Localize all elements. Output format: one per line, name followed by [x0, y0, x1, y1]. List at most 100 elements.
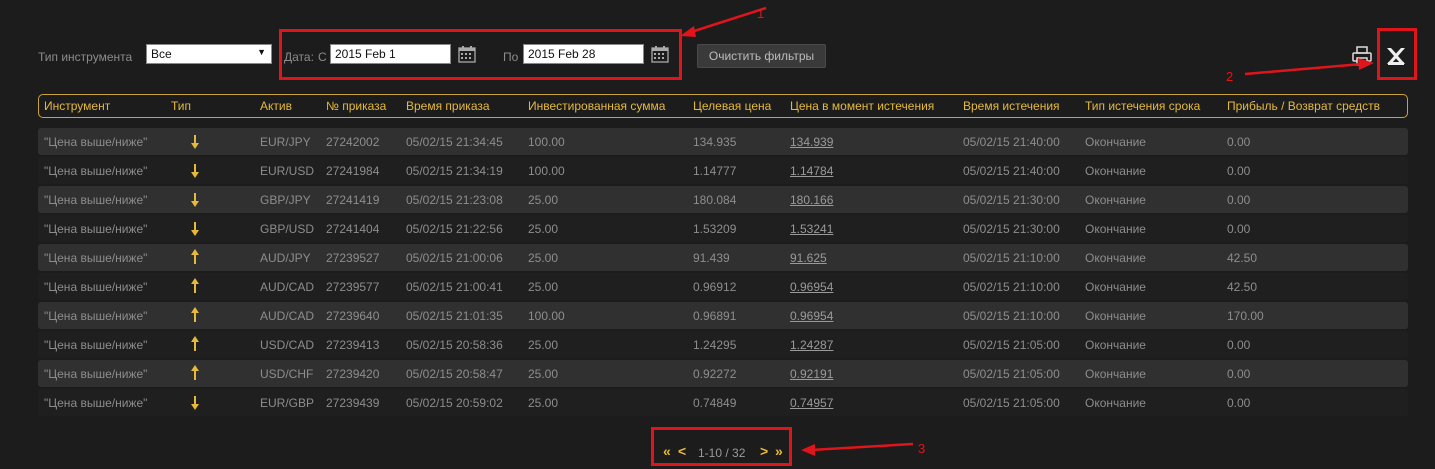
row-invested-amount: 100.00: [528, 164, 565, 178]
row-expiry-price[interactable]: 1.53241: [790, 222, 833, 236]
date-from-input[interactable]: 2015 Feb 1: [330, 44, 451, 64]
row-order-time: 05/02/15 21:00:06: [406, 251, 503, 265]
row-expiry-price[interactable]: 0.74957: [790, 396, 833, 410]
row-target-price: 0.96912: [693, 280, 737, 294]
row-expiry-price[interactable]: 0.96954: [790, 309, 833, 323]
row-expiry-time: 05/02/15 21:30:00: [963, 222, 1060, 236]
arrow-down-icon: [191, 396, 199, 410]
row-order-number: 27239577: [326, 280, 380, 294]
row-expiry-type: Окончание: [1085, 396, 1146, 410]
row-invested-amount: 25.00: [528, 367, 559, 381]
annotation-arrow-3: [801, 442, 914, 456]
arrow-up-icon: [191, 249, 199, 264]
table-row: "Цена выше/ниже" AUD/JPY 27239527 05/02/15 …: [38, 244, 1408, 271]
table-row: "Цена выше/ниже" USD/CHF 27239420 05/02/15 …: [38, 360, 1408, 387]
row-profit: 42.50: [1227, 251, 1258, 265]
row-order-time: 05/02/15 20:58:47: [406, 367, 503, 381]
page-range: 1-10 / 32: [698, 446, 746, 460]
row-expiry-time: 05/02/15 21:30:00: [963, 193, 1060, 207]
arrow-up-icon: [191, 365, 199, 380]
date-to-label: По: [503, 50, 519, 64]
row-expiry-price[interactable]: 180.166: [790, 193, 833, 207]
row-order-number: 27241984: [326, 164, 380, 178]
annotation-arrow-2: [1244, 58, 1374, 76]
column-header-order-time[interactable]: Время приказа: [406, 99, 490, 113]
row-expiry-time: 05/02/15 21:05:00: [963, 338, 1060, 352]
row-target-price: 134.935: [693, 135, 737, 149]
row-order-time: 05/02/15 21:01:35: [406, 309, 503, 323]
annotation-label-3: 3: [918, 441, 926, 456]
row-instrument: "Цена выше/ниже": [44, 396, 148, 410]
first-page-button[interactable]: «: [663, 443, 671, 459]
arrow-down-icon: [191, 164, 199, 178]
row-expiry-time: 05/02/15 21:40:00: [963, 135, 1060, 149]
row-expiry-type: Окончание: [1085, 164, 1146, 178]
column-header-asset[interactable]: Актив: [260, 99, 292, 113]
row-target-price: 91.439: [693, 251, 730, 265]
row-target-price: 180.084: [693, 193, 737, 207]
row-expiry-price[interactable]: 0.92191: [790, 367, 833, 381]
row-expiry-type: Окончание: [1085, 193, 1146, 207]
calendar-icon[interactable]: [458, 46, 476, 63]
row-instrument: "Цена выше/ниже": [44, 251, 148, 265]
row-expiry-type: Окончание: [1085, 367, 1146, 381]
arrow-down-icon: [191, 222, 199, 236]
excel-export-icon[interactable]: [1385, 46, 1407, 66]
column-header-expiry-time[interactable]: Время истечения: [963, 99, 1060, 113]
table-row: "Цена выше/ниже" EUR/JPY 27242002 05/02/15 …: [38, 128, 1408, 155]
next-page-button[interactable]: >: [760, 443, 768, 459]
row-expiry-type: Окончание: [1085, 251, 1146, 265]
row-order-number: 27239413: [326, 338, 380, 352]
row-order-number: 27241419: [326, 193, 380, 207]
column-header-profit[interactable]: Прибыль / Возврат средств: [1227, 99, 1380, 113]
row-expiry-price[interactable]: 91.625: [790, 251, 827, 265]
column-header-target-price[interactable]: Целевая цена: [693, 99, 771, 113]
row-expiry-type: Окончание: [1085, 280, 1146, 294]
column-header-expiry-type[interactable]: Тип истечения срока: [1085, 99, 1200, 113]
row-instrument: "Цена выше/ниже": [44, 280, 148, 294]
row-invested-amount: 25.00: [528, 251, 559, 265]
arrow-up-icon: [191, 307, 199, 322]
instrument-type-select[interactable]: Все ▼: [146, 44, 272, 64]
row-expiry-price[interactable]: 1.24287: [790, 338, 833, 352]
row-instrument: "Цена выше/ниже": [44, 193, 148, 207]
row-expiry-price[interactable]: 134.939: [790, 135, 833, 149]
row-expiry-price[interactable]: 0.96954: [790, 280, 833, 294]
row-profit: 0.00: [1227, 135, 1251, 149]
row-order-time: 05/02/15 21:22:56: [406, 222, 503, 236]
row-expiry-type: Окончание: [1085, 222, 1146, 236]
date-label: Дата:: [284, 50, 314, 64]
arrow-down-icon: [191, 193, 199, 207]
column-header-invested-amount[interactable]: Инвестированная сумма: [528, 99, 665, 113]
dropdown-arrow-icon: ▼: [257, 47, 266, 57]
date-to-input[interactable]: 2015 Feb 28: [523, 44, 644, 64]
row-invested-amount: 25.00: [528, 338, 559, 352]
column-header-expiry-price[interactable]: Цена в момент истечения: [790, 99, 934, 113]
clear-filters-button[interactable]: Очистить фильтры: [697, 44, 826, 68]
row-order-number: 27241404: [326, 222, 380, 236]
row-expiry-price[interactable]: 1.14784: [790, 164, 833, 178]
row-asset: EUR/GBP: [260, 396, 315, 410]
row-asset: USD/CHF: [260, 367, 314, 381]
column-header-instrument[interactable]: Инструмент: [44, 99, 110, 113]
calendar-icon[interactable]: [651, 46, 669, 63]
prev-page-button[interactable]: <: [678, 443, 686, 459]
row-asset: AUD/CAD: [260, 309, 315, 323]
table-row: "Цена выше/ниже" AUD/CAD 27239577 05/02/15 …: [38, 273, 1408, 300]
row-order-time: 05/02/15 20:58:36: [406, 338, 503, 352]
row-profit: 0.00: [1227, 193, 1251, 207]
row-expiry-time: 05/02/15 21:40:00: [963, 164, 1060, 178]
row-target-price: 0.74849: [693, 396, 737, 410]
last-page-button[interactable]: »: [775, 443, 783, 459]
column-header-order-number[interactable]: № приказа: [326, 99, 386, 113]
row-order-time: 05/02/15 21:34:45: [406, 135, 503, 149]
table-row: "Цена выше/ниже" EUR/GBP 27239439 05/02/15 …: [38, 389, 1408, 416]
row-asset: EUR/JPY: [260, 135, 311, 149]
column-header-type[interactable]: Тип: [171, 99, 191, 113]
row-order-time: 05/02/15 21:00:41: [406, 280, 503, 294]
row-invested-amount: 25.00: [528, 222, 559, 236]
row-order-time: 05/02/15 20:59:02: [406, 396, 503, 410]
row-asset: USD/CAD: [260, 338, 315, 352]
arrow-down-icon: [191, 135, 199, 149]
row-instrument: "Цена выше/ниже": [44, 135, 148, 149]
